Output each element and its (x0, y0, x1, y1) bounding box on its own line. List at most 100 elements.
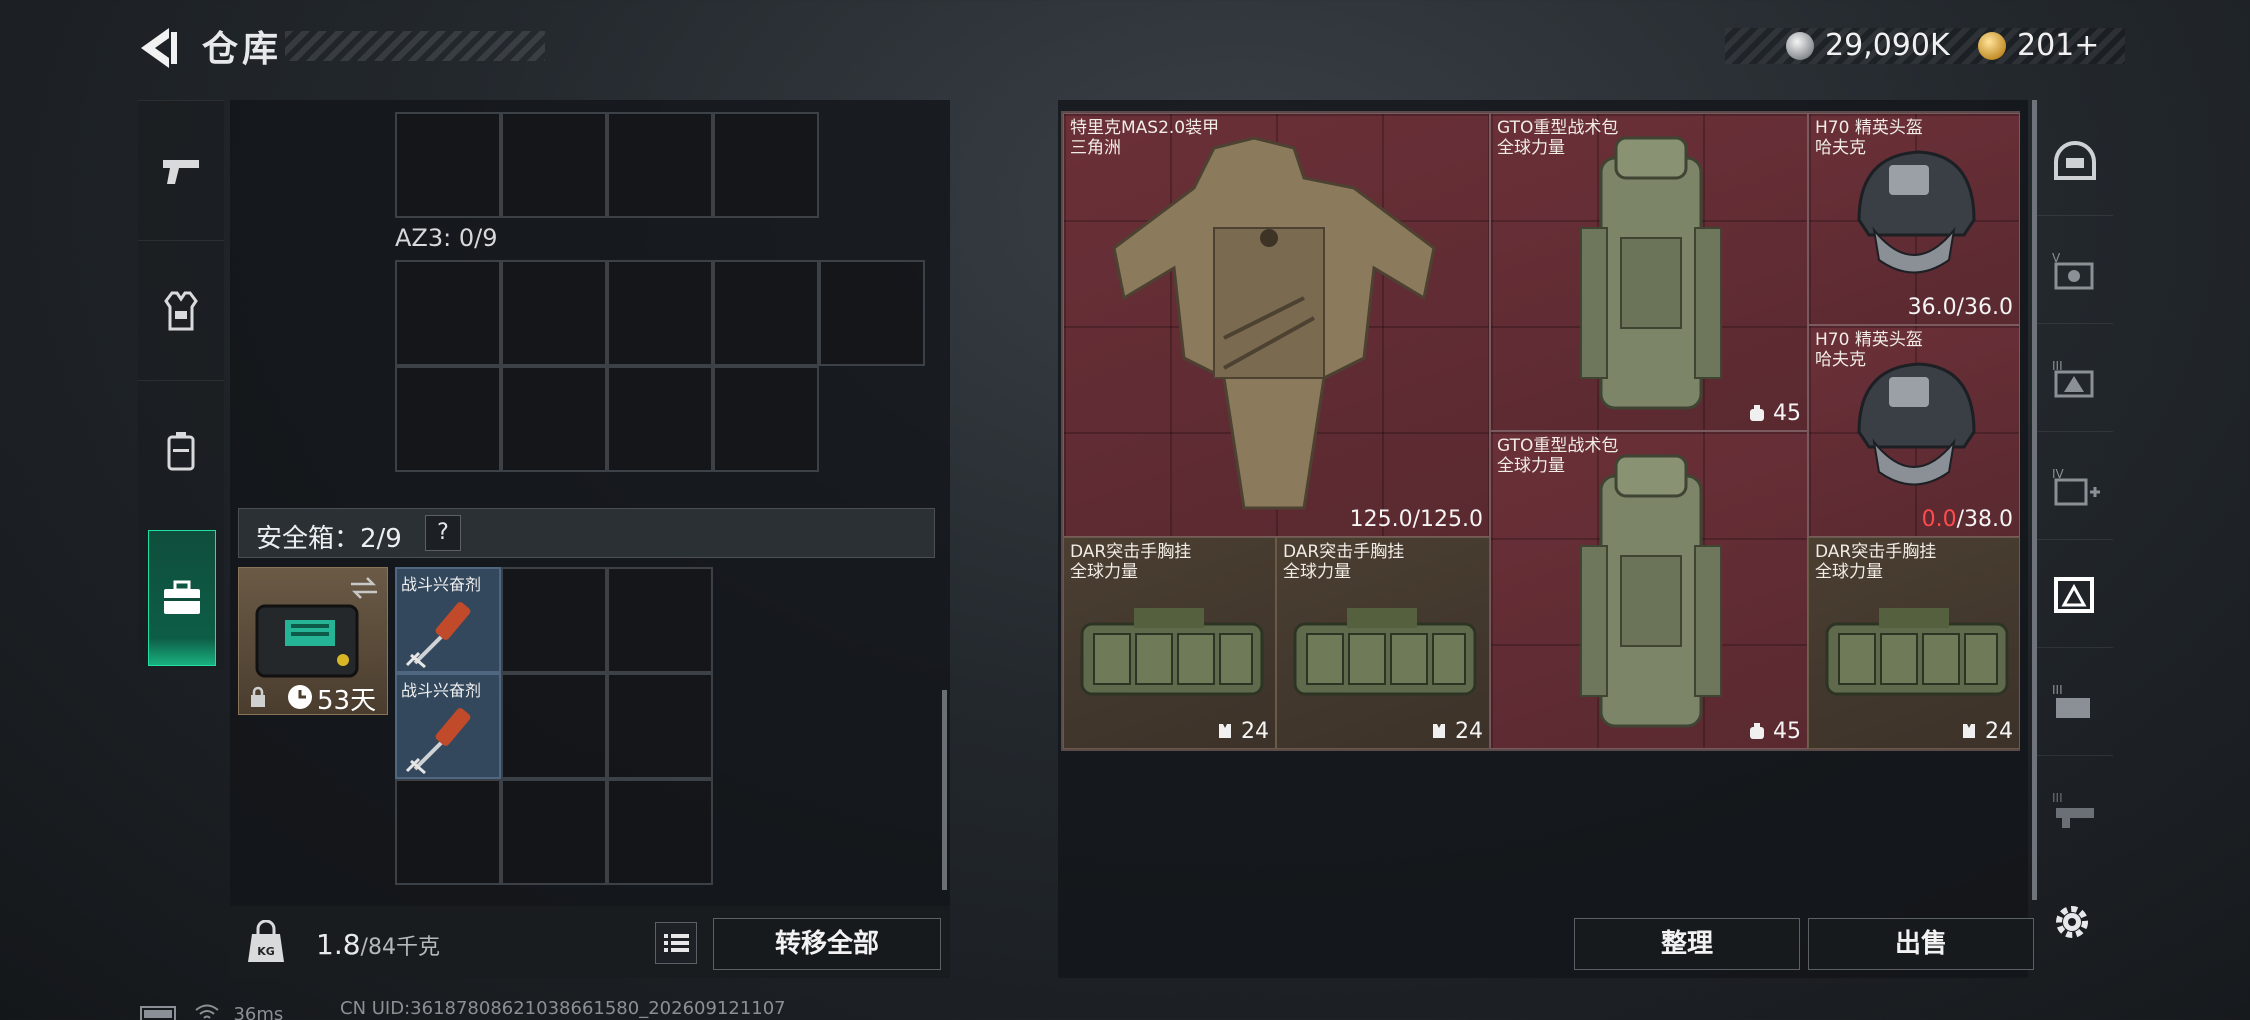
grid-slot[interactable] (607, 260, 713, 366)
grid-slot[interactable] (607, 779, 713, 885)
durability-value: 0.0/38.0 (1922, 507, 2013, 532)
grid-slot[interactable] (501, 112, 607, 218)
sell-button[interactable]: 出售 (1808, 918, 2034, 970)
transfer-all-button[interactable]: 转移全部 (713, 918, 941, 970)
tab-rig-slot[interactable]: III (2037, 648, 2113, 756)
tab-armor-level-iv[interactable]: IV (2037, 432, 2113, 540)
grid-slot[interactable] (501, 673, 607, 779)
armor-item[interactable]: 特里克MAS2.0装甲 三角洲 125.0/125.0 (1063, 113, 1490, 537)
grid-slot[interactable] (395, 366, 501, 472)
chest-rig-image (1080, 608, 1264, 696)
gear-icon (2056, 906, 2088, 938)
armor-slot-iii-icon: III (2052, 359, 2094, 397)
left-category-sidebar (138, 100, 224, 670)
right-category-sidebar: V III IV III III (2037, 100, 2113, 900)
loot-grid: 特里克MAS2.0装甲 三角洲 125.0/125.0 GTO重型战术包 全球力… (1061, 111, 2020, 751)
battery-icon (140, 1006, 176, 1020)
help-button[interactable]: ? (425, 515, 461, 551)
weight-display: 1.8/84千克 (316, 928, 440, 961)
backpack-image (1580, 454, 1722, 728)
az3-container-label: AZ3: 0/9 (395, 224, 498, 252)
svg-text:III: III (2052, 683, 2063, 697)
capacity-value: 45 (1748, 719, 1801, 744)
grid-slot[interactable] (819, 260, 925, 366)
stim-item[interactable]: 战斗兴奋剂 (395, 673, 501, 779)
item-name: GTO重型战术包 全球力量 (1497, 436, 1619, 476)
helmet-image (1857, 362, 1976, 486)
backpack-item[interactable]: GTO重型战术包 全球力量 45 (1490, 113, 1808, 431)
chest-rig-item[interactable]: DAR突击手胸挂 全球力量 24 (1276, 537, 1490, 749)
item-name: H70 精英头盔 哈夫克 (1815, 118, 1923, 158)
grid-slot[interactable] (713, 366, 819, 472)
tab-backpack[interactable] (138, 380, 224, 520)
az3-container-grid (395, 260, 930, 474)
grid-slot[interactable] (713, 260, 819, 366)
safebox-grid: 战斗兴奋剂 战斗兴奋剂 (395, 567, 715, 887)
item-name: DAR突击手胸挂 全球力量 (1070, 542, 1192, 582)
stim-item[interactable]: 战斗兴奋剂 (395, 567, 501, 673)
tab-armor-level-iii[interactable]: III (2037, 324, 2113, 432)
lock-icon (251, 686, 265, 707)
chest-rig-image (1825, 608, 2009, 696)
tab-armor[interactable] (138, 240, 224, 380)
grid-slot[interactable] (501, 366, 607, 472)
rig-slot-icon: III (2052, 683, 2090, 718)
grid-slot[interactable] (607, 366, 713, 472)
sort-button[interactable]: 整理 (1574, 918, 1800, 970)
back-button[interactable] (135, 22, 187, 74)
container-top-grid (395, 112, 825, 218)
item-name: DAR突击手胸挂 全球力量 (1283, 542, 1405, 582)
tab-safebox[interactable] (148, 530, 216, 666)
briefcase-icon (164, 580, 200, 614)
svg-text:III: III (2052, 791, 2063, 805)
gold-coin-icon (1978, 32, 2006, 60)
list-view-button[interactable] (655, 922, 697, 964)
armor-vest-icon (164, 291, 198, 330)
tab-armor-level-v[interactable]: V (2037, 216, 2113, 324)
grid-slot[interactable] (395, 260, 501, 366)
tab-weapons[interactable] (138, 100, 224, 240)
rig-capacity-icon (1963, 724, 1975, 738)
capacity-number: 24 (1455, 719, 1483, 744)
item-name: DAR突击手胸挂 全球力量 (1815, 542, 1937, 582)
capacity-number: 24 (1985, 719, 2013, 744)
grid-slot[interactable] (607, 567, 713, 673)
grid-slot[interactable] (501, 260, 607, 366)
storage-scrollbar[interactable] (942, 690, 947, 890)
armor-slot-iv-plus-icon: IV (2052, 467, 2100, 505)
tab-helmet-slot[interactable] (2037, 108, 2113, 216)
page-title: 仓库 (202, 29, 283, 70)
capacity-value: 45 (1748, 401, 1801, 426)
durability-current: 0.0 (1921, 507, 1957, 532)
helmet-item[interactable]: H70 精英头盔 哈夫克 0.0/38.0 (1808, 325, 2020, 537)
chest-rig-item[interactable]: DAR突击手胸挂 全球力量 24 (1808, 537, 2020, 749)
grid-slot[interactable] (395, 112, 501, 218)
item-name: H70 精英头盔 哈夫克 (1815, 330, 1923, 370)
backpack-item[interactable]: GTO重型战术包 全球力量 45 (1490, 431, 1808, 749)
grid-slot[interactable] (501, 779, 607, 885)
grid-slot[interactable] (395, 779, 501, 885)
swap-icon[interactable] (349, 576, 379, 600)
helmet-icon (2054, 140, 2096, 180)
tab-weapon-slot[interactable]: III (2037, 756, 2113, 864)
status-bar: 36ms (140, 1000, 283, 1020)
helmet-item[interactable]: H70 精英头盔 哈夫克 36.0/36.0 (1808, 113, 2020, 325)
grid-slot[interactable] (607, 112, 713, 218)
item-name: GTO重型战术包 全球力量 (1497, 118, 1619, 158)
grid-slot[interactable] (713, 112, 819, 218)
grid-slot[interactable] (501, 567, 607, 673)
list-icon (664, 934, 689, 952)
grid-slot[interactable] (607, 673, 713, 779)
safebox-label: 安全箱：2/9 (256, 524, 402, 554)
durability-value: 36.0/36.0 (1907, 295, 2013, 320)
chest-rig-item[interactable]: DAR突击手胸挂 全球力量 24 (1063, 537, 1276, 749)
tab-selected-slot[interactable] (2037, 540, 2113, 648)
settings-button[interactable] (2050, 900, 2094, 944)
player-uid: CN UID:36187808621038661580_202609121107 (340, 998, 786, 1019)
silver-coin-icon (1786, 32, 1814, 60)
safe-case-item[interactable]: 53天 (238, 567, 388, 716)
weapon-slot-icon: III (2052, 791, 2094, 828)
silver-currency-value: 29,090K (1825, 28, 1950, 63)
clock-icon (288, 685, 312, 709)
title-decoration (285, 31, 545, 61)
